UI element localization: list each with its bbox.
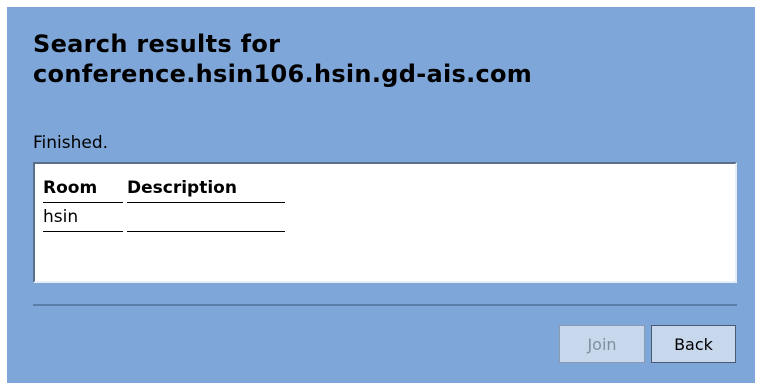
column-header-room[interactable]: Room bbox=[43, 176, 123, 203]
rooms-table: Room Description hsin bbox=[39, 176, 289, 232]
table-header-row: Room Description bbox=[43, 176, 285, 203]
status-text: Finished. bbox=[33, 133, 109, 153]
back-button[interactable]: Back bbox=[651, 325, 736, 363]
title-line-1: Search results for bbox=[33, 30, 281, 58]
room-description-cell[interactable] bbox=[127, 203, 285, 232]
page-title: Search results for conference.hsin106.hs… bbox=[33, 29, 532, 89]
results-list-box: Room Description hsin bbox=[33, 162, 737, 283]
join-button[interactable]: Join bbox=[559, 325, 645, 363]
room-name-cell[interactable]: hsin bbox=[43, 203, 123, 232]
title-line-2: conference.hsin106.hsin.gd-ais.com bbox=[33, 60, 533, 88]
column-header-description[interactable]: Description bbox=[127, 176, 285, 203]
divider bbox=[33, 304, 737, 306]
table-row[interactable]: hsin bbox=[43, 203, 285, 232]
